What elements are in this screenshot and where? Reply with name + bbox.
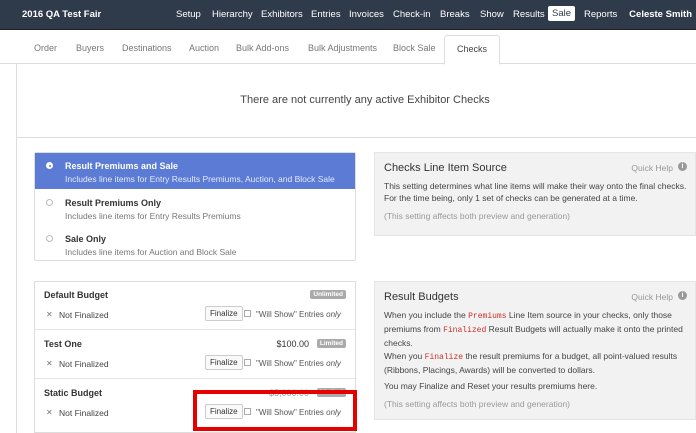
tab-bulk-adjustments[interactable]: Bulk Adjustments	[308, 43, 377, 53]
help-line-item-source: Checks Line Item Source Quick Help i Thi…	[374, 152, 696, 236]
nav-results[interactable]: Results	[513, 9, 545, 20]
help-result-budgets: Result Budgets Quick Help i When you inc…	[374, 281, 696, 420]
budget-type-badge: Unlimited	[310, 290, 346, 299]
help-paragraph-reset: You may Finalize and Reset your results …	[384, 381, 598, 391]
nav-hierarchy[interactable]: Hierarchy	[212, 9, 253, 20]
budget-amount: $100.00	[276, 339, 309, 349]
budget-name: Test One	[44, 339, 82, 349]
tab-auction[interactable]: Auction	[189, 43, 219, 53]
budget-status: Not Finalized	[59, 408, 109, 418]
help-title: Checks Line Item Source	[384, 162, 507, 174]
help-paragraph-premiums: When you include the Premiums Line Item …	[384, 310, 683, 348]
annotation-highlight-box	[193, 390, 357, 431]
budget-row: Test One $100.00 Limited ✕ Not Finalized…	[35, 331, 355, 379]
help-paragraph-finalize: When you Finalize the result premiums fo…	[384, 351, 678, 375]
nav-show[interactable]: Show	[480, 9, 504, 20]
tab-buyers[interactable]: Buyers	[76, 43, 104, 53]
will-show-label: "Will Show" Entries only	[256, 359, 341, 368]
help-note: (This setting affects both preview and g…	[384, 399, 571, 409]
info-icon[interactable]: i	[678, 162, 687, 171]
option-result-premiums-only[interactable]: Result Premiums Only Includes line items…	[35, 190, 355, 226]
budget-type-badge: Limited	[316, 339, 346, 348]
not-finalized-x-icon: ✕	[46, 408, 53, 417]
app-brand[interactable]: 2016 QA Test Fair	[22, 9, 101, 20]
nav-check-in[interactable]: Check-in	[393, 9, 431, 20]
no-checks-notice: There are not currently any active Exhib…	[240, 94, 490, 106]
finalize-button[interactable]: Finalize	[205, 306, 243, 321]
will-show-checkbox[interactable]	[244, 359, 251, 366]
nav-exhibitors[interactable]: Exhibitors	[261, 9, 303, 20]
budget-status: Not Finalized	[59, 310, 109, 320]
option-description: Includes line items for Entry Results Pr…	[65, 174, 335, 184]
nav-invoices[interactable]: Invoices	[349, 9, 384, 20]
not-finalized-x-icon: ✕	[46, 359, 53, 368]
option-description: Includes line items for Entry Results Pr…	[65, 211, 241, 221]
will-show-checkbox[interactable]	[244, 310, 251, 317]
help-title: Result Budgets	[384, 291, 459, 303]
nav-breaks[interactable]: Breaks	[440, 9, 470, 20]
sale-subtabs: Order Buyers Destinations Auction Bulk A…	[0, 30, 696, 65]
help-body: This setting determines what line items …	[384, 181, 687, 203]
radio-button[interactable]	[46, 199, 53, 206]
option-title: Sale Only	[65, 234, 107, 244]
will-show-label: "Will Show" Entries only	[256, 310, 341, 319]
option-title: Result Premiums Only	[65, 198, 162, 208]
budget-row: Default Budget Unlimited ✕ Not Finalized…	[35, 282, 355, 330]
section-divider	[16, 137, 696, 138]
tab-bulk-add-ons[interactable]: Bulk Add-ons	[236, 43, 289, 53]
budget-name: Static Budget	[44, 388, 103, 398]
nav-sale[interactable]: Sale	[548, 6, 576, 21]
radio-selected[interactable]	[46, 162, 53, 169]
container-border	[16, 64, 17, 433]
budget-name: Default Budget	[44, 290, 108, 300]
option-description: Includes line items for Auction and Bloc…	[65, 247, 237, 257]
nav-reports[interactable]: Reports	[584, 9, 617, 20]
finalize-button[interactable]: Finalize	[205, 355, 243, 370]
option-result-premiums-and-sale[interactable]: Result Premiums and Sale Includes line i…	[35, 153, 355, 189]
help-note: (This setting affects both preview and g…	[384, 211, 571, 221]
not-finalized-x-icon: ✕	[46, 310, 53, 319]
quick-help-link[interactable]: Quick Help	[631, 292, 673, 302]
user-menu[interactable]: Celeste Smith	[629, 9, 692, 20]
option-sale-only[interactable]: Sale Only Includes line items for Auctio…	[35, 226, 355, 262]
line-item-source-options: Result Premiums and Sale Includes line i…	[34, 152, 356, 261]
option-title: Result Premiums and Sale	[65, 161, 179, 171]
info-icon[interactable]: i	[678, 291, 687, 300]
tab-block-sale[interactable]: Block Sale	[393, 43, 436, 53]
nav-setup[interactable]: Setup	[176, 9, 201, 20]
nav-entries[interactable]: Entries	[311, 9, 341, 20]
top-nav: 2016 QA Test Fair Setup Hierarchy Exhibi…	[0, 0, 696, 30]
tab-destinations[interactable]: Destinations	[122, 43, 172, 53]
quick-help-link[interactable]: Quick Help	[631, 163, 673, 173]
radio-button[interactable]	[46, 235, 53, 242]
budget-status: Not Finalized	[59, 359, 109, 369]
tab-order[interactable]: Order	[34, 43, 57, 53]
tab-checks[interactable]: Checks	[444, 35, 501, 65]
